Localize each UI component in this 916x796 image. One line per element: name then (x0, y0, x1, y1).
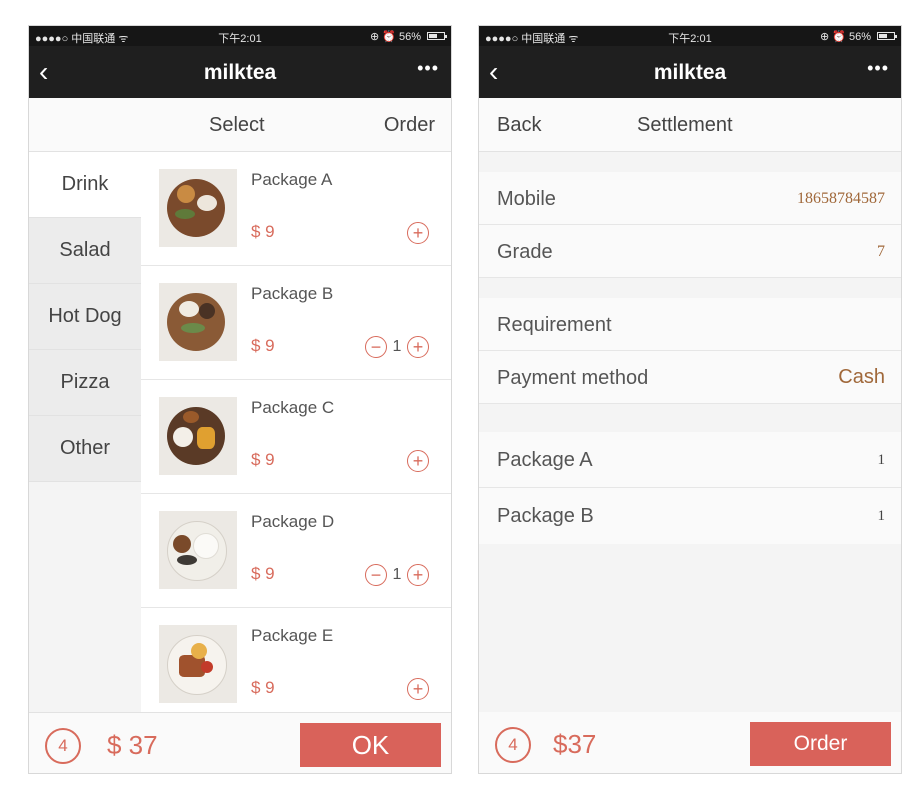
product-image (159, 169, 237, 247)
order-item-qty: 1 (877, 452, 886, 468)
order-item-row: Package A 1 (479, 432, 901, 488)
product-image (159, 283, 237, 361)
mobile-row[interactable]: Mobile 18658784587 (479, 172, 901, 225)
product-price: $ 9 (251, 564, 275, 583)
category-other[interactable]: Other (29, 416, 141, 482)
product-image (159, 397, 237, 475)
status-indicators: ⊕ ⏰ 56% (369, 31, 421, 43)
mobile-label: Mobile (497, 188, 556, 210)
tab-order[interactable]: Order (384, 114, 435, 137)
category-sidebar: Drink Salad Hot Dog Pizza Other (29, 152, 141, 712)
order-item-name: Package B (497, 505, 594, 527)
nav-bar: ‹ milktea ••• (479, 46, 901, 98)
tab-select[interactable]: Select (209, 114, 265, 137)
order-item-name: Package A (497, 449, 593, 471)
product-name: Package A (251, 170, 333, 189)
quantity-stepper: + (407, 677, 429, 701)
plus-icon[interactable]: + (407, 564, 429, 586)
quantity-stepper: + (407, 449, 429, 473)
more-icon[interactable]: ••• (867, 58, 889, 79)
cart-count-badge[interactable]: 4 (495, 727, 531, 763)
quantity-stepper: − 1 + (365, 563, 429, 587)
product-name: Package E (251, 626, 334, 645)
cart-bar: 4 $37 Order (479, 712, 901, 773)
plus-icon[interactable]: + (407, 450, 429, 472)
quantity-value: 1 (392, 338, 402, 355)
plus-icon[interactable]: + (407, 336, 429, 358)
payment-method-row[interactable]: Payment method Cash (479, 351, 901, 404)
tab-bar: Select Order (29, 98, 451, 152)
requirement-row[interactable]: Requirement (479, 298, 901, 351)
order-item-row: Package B 1 (479, 488, 901, 544)
quantity-stepper: + (407, 221, 429, 245)
product-name: Package D (251, 512, 335, 531)
back-button[interactable]: Back (497, 114, 541, 137)
grade-row[interactable]: Grade 7 (479, 225, 901, 278)
status-bar: ●●●●○ 中国联通 ᯤ 下午2:01 ⊕ ⏰ 56% (479, 26, 901, 46)
cart-total: $ 37 (107, 730, 158, 760)
battery-icon (877, 32, 897, 40)
cart-count-badge[interactable]: 4 (45, 728, 81, 764)
category-pizza[interactable]: Pizza (29, 350, 141, 416)
cart-total: $37 (553, 729, 597, 759)
plus-icon[interactable]: + (407, 222, 429, 244)
nav-title: milktea (653, 61, 727, 84)
payment-method-value: Cash (838, 366, 885, 388)
product-name: Package C (251, 398, 335, 417)
grade-value: 7 (877, 243, 885, 260)
minus-icon[interactable]: − (365, 336, 387, 358)
category-hot-dog[interactable]: Hot Dog (29, 284, 141, 350)
battery-icon (427, 32, 447, 40)
product-item[interactable]: Package D $ 9 − 1 + (141, 494, 451, 608)
plus-icon[interactable]: + (407, 678, 429, 700)
nav-bar: ‹ milktea ••• (29, 46, 451, 98)
phone-screen-select: ●●●●○ 中国联通 ᯤ 下午2:01 ⊕ ⏰ 56% ‹ milktea ••… (28, 25, 452, 774)
product-price: $ 9 (251, 678, 275, 697)
product-item[interactable]: Package B $ 9 − 1 + (141, 266, 451, 380)
order-button[interactable]: Order (750, 722, 891, 766)
settlement-header: Back Settlement (479, 98, 901, 152)
status-indicators: ⊕ ⏰ 56% (819, 31, 871, 43)
product-price: $ 9 (251, 450, 275, 469)
phone-screen-settlement: ●●●●○ 中国联通 ᯤ 下午2:01 ⊕ ⏰ 56% ‹ milktea ••… (478, 25, 902, 774)
more-icon[interactable]: ••• (417, 58, 439, 79)
quantity-stepper: − 1 + (365, 335, 429, 359)
product-price: $ 9 (251, 336, 275, 355)
category-salad[interactable]: Salad (29, 218, 141, 284)
product-image (159, 511, 237, 589)
nav-title: milktea (203, 61, 277, 84)
category-drink[interactable]: Drink (29, 152, 141, 218)
product-name: Package B (251, 284, 334, 303)
order-item-qty: 1 (877, 508, 886, 524)
product-image (159, 625, 237, 703)
product-list: Package A $ 9 + Package B $ 9 − 1 + Pack… (141, 152, 451, 712)
grade-label: Grade (497, 241, 553, 263)
product-item[interactable]: Package C $ 9 + (141, 380, 451, 494)
minus-icon[interactable]: − (365, 564, 387, 586)
product-item[interactable]: Package A $ 9 + (141, 152, 451, 266)
cart-bar: 4 $ 37 OK (29, 712, 451, 773)
mobile-value: 18658784587 (797, 190, 885, 207)
product-price: $ 9 (251, 222, 275, 241)
product-item[interactable]: Package E $ 9 + (141, 608, 451, 712)
requirement-label: Requirement (497, 314, 612, 336)
quantity-value: 1 (392, 566, 402, 583)
status-bar: ●●●●○ 中国联通 ᯤ 下午2:01 ⊕ ⏰ 56% (29, 26, 451, 46)
page-title: Settlement (637, 114, 733, 136)
ok-button[interactable]: OK (300, 723, 441, 767)
payment-method-label: Payment method (497, 367, 649, 389)
